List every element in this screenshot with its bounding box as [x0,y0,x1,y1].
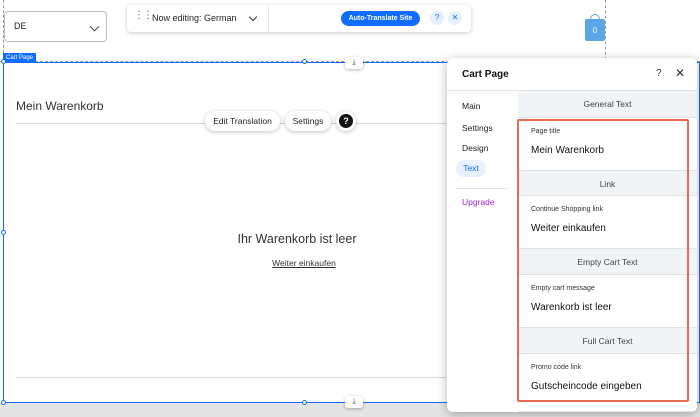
drag-handle-icon[interactable]: ⋮⋮ [134,11,153,21]
edit-translation-button[interactable]: Edit Translation [205,111,280,131]
bottom-divider [16,377,446,378]
download-icon-top[interactable]: ⤓ [345,57,363,69]
help-button[interactable]: ? [336,111,356,131]
panel-nav-divider [456,188,508,189]
cart-icon[interactable]: 0 [585,14,605,41]
resize-handle-bottom-left[interactable] [1,400,6,405]
toolbar-divider [268,5,269,32]
cart-count: 0 [592,26,598,35]
frame-label: Cart Page [3,53,37,63]
panel-nav-main[interactable]: Main [462,101,480,111]
settings-button[interactable]: Settings [285,111,331,131]
empty-cart-heading: Ihr Warenkorb ist leer [237,232,357,246]
chevron-down-icon [89,21,100,32]
help-icon: ? [339,114,353,128]
guide-line-right [605,0,606,60]
resize-handle-corner[interactable] [1,59,6,64]
toolbar-help-icon[interactable]: ? [430,11,444,25]
chevron-down-icon[interactable] [248,12,258,22]
translation-toolbar: ⋮⋮ Now editing: German Auto-Translate Si… [127,5,471,32]
toolbar-close-icon[interactable]: ✕ [448,11,462,25]
editing-language-dropdown[interactable]: Now editing: German [152,13,237,23]
page-title: Mein Warenkorb [16,99,104,113]
resize-handle-bottom[interactable] [302,400,307,405]
panel-nav-text[interactable]: Text [456,160,486,177]
continue-shopping-link[interactable]: Weiter einkaufen [171,258,437,268]
panel-header: Cart Page ? ✕ [447,58,697,91]
auto-translate-button[interactable]: Auto-Translate Site [341,11,420,26]
panel-nav-upgrade[interactable]: Upgrade [462,197,495,207]
panel-help-icon[interactable]: ? [656,68,662,79]
panel-nav-design[interactable]: Design [462,143,488,153]
panel-close-icon[interactable]: ✕ [675,66,685,80]
resize-handle-left[interactable] [1,230,6,235]
highlight-box [517,119,689,402]
resize-handle-top[interactable] [302,59,307,64]
download-icon-bottom[interactable]: ⤓ [345,396,363,408]
panel-title: Cart Page [462,69,509,80]
panel-nav-settings[interactable]: Settings [462,123,493,133]
language-selector-value: DE [14,21,27,31]
section-header-general-text: General Text [583,99,632,109]
language-selector[interactable]: DE [4,11,107,42]
